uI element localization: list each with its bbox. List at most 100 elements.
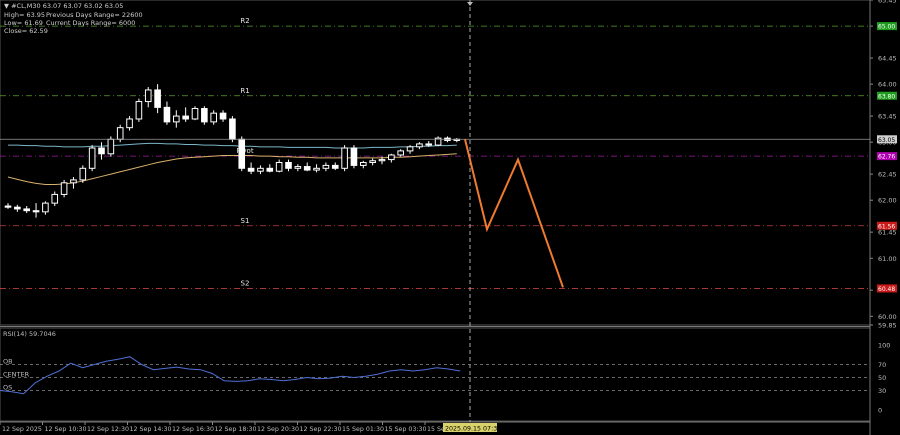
price-tick-label: 62.00 bbox=[878, 197, 897, 205]
candle bbox=[42, 202, 49, 213]
candle bbox=[154, 89, 161, 108]
level-price-tag-text: 63.80 bbox=[878, 93, 895, 100]
level-price-tag-text: 61.56 bbox=[878, 223, 895, 230]
time-axis-label: 15 Sep 01:30 bbox=[342, 426, 384, 433]
rsi-line bbox=[0, 356, 461, 395]
level-label-r2: R2 bbox=[240, 17, 249, 25]
candle bbox=[79, 167, 87, 181]
high-text: High= 63.95 bbox=[4, 11, 46, 19]
candle bbox=[294, 166, 302, 169]
curr-range-text: Current Days Range= 6000 bbox=[46, 19, 136, 27]
candle bbox=[313, 167, 320, 171]
candle bbox=[163, 106, 171, 123]
candle bbox=[201, 108, 208, 123]
candle bbox=[350, 147, 358, 166]
candle bbox=[247, 167, 255, 172]
candle bbox=[14, 206, 21, 210]
time-axis-label: 12 Sep 12:30 bbox=[87, 426, 129, 433]
low-text: Low= 61.69 bbox=[4, 19, 43, 27]
candle bbox=[60, 182, 68, 195]
time-axis-label: 12 Sep 22:30 bbox=[300, 426, 342, 433]
candle bbox=[32, 210, 40, 213]
candle bbox=[4, 205, 12, 208]
candle bbox=[144, 89, 152, 103]
candle bbox=[229, 118, 236, 140]
price-chart[interactable]: 65.4565.0064.4564.0063.4563.0062.4562.00… bbox=[0, 0, 900, 435]
candle bbox=[219, 112, 227, 120]
chart-window[interactable]: 65.4565.0064.4564.0063.4563.0062.4562.00… bbox=[0, 0, 900, 435]
candle bbox=[388, 154, 395, 161]
time-axis-label: 15 Se bbox=[427, 426, 445, 433]
candle bbox=[369, 160, 376, 163]
price-tick-label: 63.45 bbox=[878, 113, 897, 121]
candle bbox=[51, 193, 59, 204]
current-price-tag-text: 63.05 bbox=[878, 137, 895, 144]
rsi-level-label: OB bbox=[3, 358, 13, 366]
price-tick-label: 62.45 bbox=[878, 171, 897, 179]
price-tick-label: 61.00 bbox=[878, 255, 897, 263]
projection-zigzag bbox=[464, 139, 564, 288]
prev-range-text: Previous Days Range= 22600 bbox=[46, 11, 143, 19]
candle bbox=[210, 112, 217, 123]
rsi-tick-label: 100 bbox=[878, 342, 890, 350]
rsi-level-label: OS bbox=[3, 384, 12, 392]
candle bbox=[107, 138, 115, 155]
candle bbox=[126, 118, 133, 129]
candle bbox=[341, 147, 348, 169]
rsi-tick-label: 50 bbox=[878, 374, 886, 382]
collapse-arrow-icon[interactable]: ▼ bbox=[4, 2, 9, 10]
candle bbox=[23, 208, 30, 212]
level-label-s1: S1 bbox=[241, 217, 250, 225]
candle bbox=[360, 162, 367, 166]
time-axis-label: 12 Sep 20:30 bbox=[257, 426, 299, 433]
time-cursor-tag-text: 2025.09.15 07:30 bbox=[445, 426, 501, 433]
candle bbox=[88, 147, 96, 169]
rsi-tick-label: 0 bbox=[878, 407, 882, 415]
candle bbox=[257, 167, 264, 172]
price-pane-border bbox=[0, 0, 871, 326]
candle bbox=[331, 164, 339, 169]
rsi-title: RSI(14) 59.7046 bbox=[3, 330, 56, 338]
ma-fast-line bbox=[8, 142, 457, 149]
candle bbox=[416, 143, 423, 148]
candle bbox=[285, 162, 292, 169]
level-label-r1: R1 bbox=[240, 87, 249, 95]
rsi-tick-label: 30 bbox=[878, 387, 886, 395]
time-axis-label: 12 Sep 10:30 bbox=[45, 426, 87, 433]
time-axis-label: 12 Sep 16:30 bbox=[172, 426, 214, 433]
close-text: Close= 62.59 bbox=[4, 27, 48, 35]
candle bbox=[98, 147, 105, 155]
price-tick-label: 64.45 bbox=[878, 55, 897, 63]
shift-marker-icon[interactable] bbox=[467, 2, 473, 6]
price-tick-label: 64.00 bbox=[878, 81, 897, 89]
level-price-tag-text: 60.48 bbox=[878, 286, 895, 293]
symbol-info[interactable]: ▼ #CL,M30 63.07 63.07 63.02 63.05 bbox=[4, 2, 123, 10]
time-axis-label: 12 Sep 2025 bbox=[2, 426, 42, 433]
level-price-tag-text: 62.76 bbox=[878, 154, 895, 161]
rsi-tick-label: 70 bbox=[878, 361, 886, 369]
candle bbox=[266, 167, 274, 172]
candle bbox=[135, 101, 143, 120]
time-axis-label: 15 Sep 03:30 bbox=[385, 426, 427, 433]
candle bbox=[425, 143, 433, 146]
candle bbox=[397, 150, 404, 156]
time-axis-label: 12 Sep 18:30 bbox=[215, 426, 257, 433]
price-tick-label: 60.00 bbox=[878, 313, 897, 321]
candle bbox=[173, 115, 180, 123]
symbol-ohlc: #CL,M30 63.07 63.07 63.02 63.05 bbox=[11, 2, 124, 10]
candle bbox=[182, 115, 189, 120]
level-price-tag-text: 65.00 bbox=[878, 24, 895, 31]
candle bbox=[378, 159, 386, 162]
candle bbox=[406, 146, 414, 152]
time-axis-label: 12 Sep 14:30 bbox=[130, 426, 172, 433]
candle bbox=[116, 127, 124, 140]
candle bbox=[322, 164, 330, 169]
candle bbox=[70, 179, 77, 184]
candle bbox=[191, 108, 199, 120]
price-tick-label: 59.85 bbox=[878, 322, 897, 330]
candle bbox=[275, 162, 283, 172]
level-label-s2: S2 bbox=[241, 279, 250, 287]
candle bbox=[303, 166, 311, 171]
rsi-level-label: CENTER bbox=[3, 371, 30, 379]
price-tick-label: 65.45 bbox=[878, 0, 897, 5]
